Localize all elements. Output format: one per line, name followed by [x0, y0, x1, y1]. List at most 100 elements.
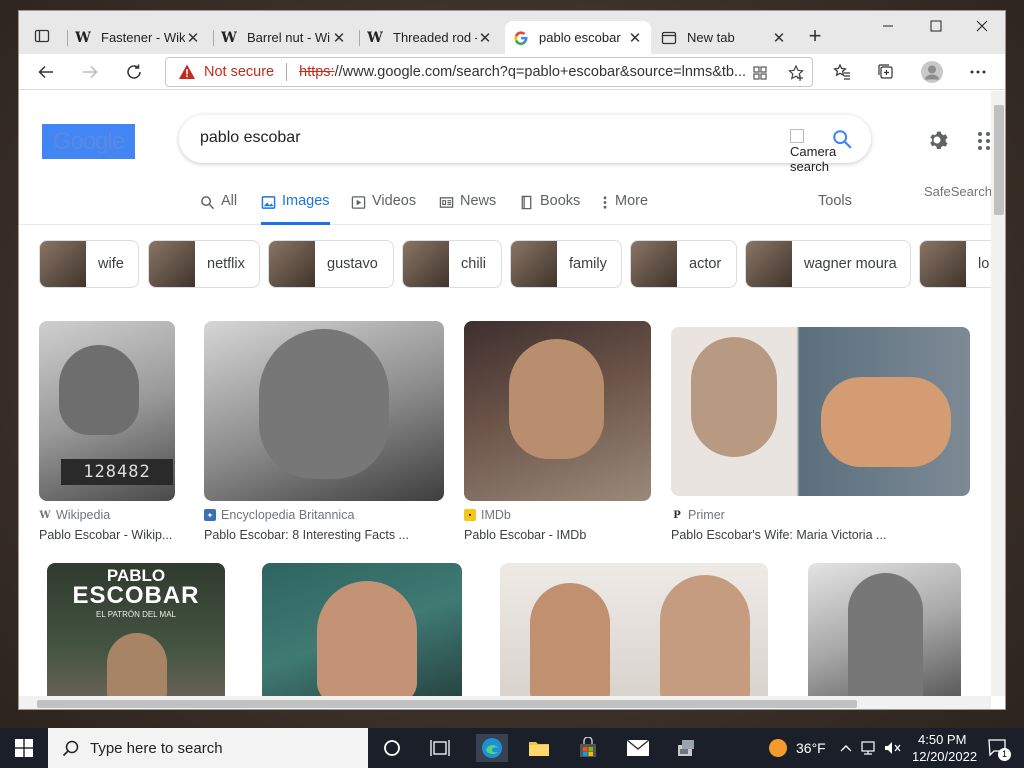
- chip-thumbnail: [511, 241, 557, 287]
- close-window-button[interactable]: [959, 11, 1005, 41]
- result-image-couple[interactable]: [500, 563, 768, 696]
- address-bar[interactable]: Not secure https: //www.google.com/searc…: [165, 57, 813, 87]
- tab-pablo-escobar[interactable]: pablo escobar ✕: [505, 21, 651, 54]
- result-source-britannica[interactable]: ✦ Encyclopedia Britannica: [204, 508, 354, 522]
- refresh-button[interactable]: [119, 58, 149, 86]
- app-taskbar-button[interactable]: [672, 734, 700, 762]
- settings-more-button[interactable]: [963, 58, 993, 86]
- network-button[interactable]: [860, 734, 880, 762]
- close-tab-icon[interactable]: ✕: [185, 29, 201, 47]
- file-explorer-button[interactable]: [525, 734, 553, 762]
- result-caption[interactable]: Pablo Escobar - IMDb: [464, 528, 586, 542]
- address-divider: [286, 63, 288, 81]
- clock-time[interactable]: 4:50 PM: [918, 732, 966, 747]
- chip-actor[interactable]: actor: [630, 240, 737, 288]
- chip-wife[interactable]: wife: [39, 240, 139, 288]
- tab-title: Barrel nut - Wiki: [247, 30, 331, 45]
- result-image-britannica[interactable]: [204, 321, 444, 501]
- tab-more[interactable]: More: [601, 193, 648, 225]
- result-image-portrait-2[interactable]: [262, 563, 462, 696]
- tab-all[interactable]: All: [200, 193, 237, 225]
- source-label: Encyclopedia Britannica: [221, 508, 355, 522]
- tab-images[interactable]: Images: [261, 193, 330, 225]
- new-tab-button[interactable]: +: [803, 25, 827, 49]
- result-image-netflix-poster[interactable]: PABLO ESCOBAR EL PATRÓN DEL MAL: [47, 563, 225, 696]
- result-caption[interactable]: Pablo Escobar: 8 Interesting Facts ...: [204, 528, 409, 542]
- tab-fastener[interactable]: W Fastener - Wiki ✕: [67, 21, 209, 54]
- portrait-shape: [848, 573, 923, 696]
- tray-overflow-button[interactable]: [836, 734, 856, 762]
- notification-count: 1: [998, 748, 1011, 761]
- temperature-label[interactable]: 36°F: [796, 740, 826, 756]
- weather-icon[interactable]: [764, 734, 792, 762]
- search-icon[interactable]: [831, 128, 853, 150]
- tab-more-label: More: [615, 193, 649, 209]
- tab-news-label: News: [460, 193, 497, 209]
- add-favorite-icon[interactable]: [786, 63, 806, 83]
- result-image-primer[interactable]: [671, 327, 970, 496]
- tab-barrel-nut[interactable]: W Barrel nut - Wiki ✕: [213, 21, 355, 54]
- gear-icon[interactable]: [927, 128, 951, 152]
- store-icon: [580, 737, 596, 757]
- vertical-scroll-thumb[interactable]: [994, 105, 1004, 215]
- volume-button[interactable]: [883, 734, 903, 762]
- edge-taskbar-button[interactable]: [476, 734, 508, 762]
- horizontal-scrollbar[interactable]: [19, 696, 991, 709]
- back-button[interactable]: [31, 58, 61, 86]
- result-source-primer[interactable]: P Primer: [671, 508, 725, 522]
- tab-actions-button[interactable]: [27, 23, 57, 49]
- tab-strip: W Fastener - Wiki ✕ W Barrel nut - Wiki …: [19, 11, 1005, 54]
- result-image-wikipedia[interactable]: 128482: [39, 321, 175, 501]
- apps-grid-icon[interactable]: [977, 131, 991, 151]
- app-available-icon[interactable]: [750, 63, 770, 83]
- close-tab-icon[interactable]: ✕: [331, 29, 347, 47]
- chip-gustavo[interactable]: gustavo: [268, 240, 394, 288]
- result-image-imdb[interactable]: [464, 321, 651, 501]
- tab-new-tab[interactable]: New tab ✕: [653, 21, 795, 54]
- chip-family[interactable]: family: [510, 240, 622, 288]
- minimize-button[interactable]: [865, 11, 911, 41]
- tab-threaded-rod[interactable]: W Threaded rod - ✕: [359, 21, 501, 54]
- url-text: //www.google.com/search?q=pablo+escobar&…: [334, 64, 747, 80]
- store-button[interactable]: [574, 734, 602, 762]
- favorites-button[interactable]: [827, 58, 857, 86]
- chip-thumbnail: [920, 241, 966, 287]
- forward-button[interactable]: [75, 58, 105, 86]
- task-view-button[interactable]: [426, 734, 454, 762]
- chip-lo[interactable]: lo: [919, 240, 991, 288]
- close-tab-icon[interactable]: ✕: [627, 29, 643, 47]
- portrait-shape: [317, 581, 417, 696]
- tab-books[interactable]: Books: [519, 193, 580, 225]
- result-source-wikipedia[interactable]: W Wikipedia: [39, 508, 110, 522]
- tab-news[interactable]: News: [439, 193, 496, 225]
- tab-videos[interactable]: Videos: [351, 193, 416, 225]
- result-image-bw-portrait[interactable]: [808, 563, 961, 696]
- search-box[interactable]: pablo escobar Camera search: [179, 115, 871, 174]
- chip-chili[interactable]: chili: [402, 240, 502, 288]
- chevron-up-icon: [840, 745, 852, 752]
- vertical-scrollbar[interactable]: [991, 91, 1005, 696]
- chip-netflix[interactable]: netflix: [148, 240, 260, 288]
- url-scheme: https:: [299, 64, 335, 80]
- result-source-imdb[interactable]: ▪ IMDb: [464, 508, 511, 522]
- result-caption[interactable]: Pablo Escobar - Wikip...: [39, 528, 172, 542]
- chip-wagner-moura[interactable]: wagner moura: [745, 240, 911, 288]
- collections-button[interactable]: [871, 58, 901, 86]
- not-secure-label[interactable]: Not secure: [204, 64, 274, 80]
- notifications-button[interactable]: 1: [984, 734, 1012, 762]
- maximize-button[interactable]: [913, 11, 959, 41]
- mail-button[interactable]: [624, 734, 652, 762]
- close-tab-icon[interactable]: ✕: [477, 29, 493, 47]
- horizontal-scroll-thumb[interactable]: [37, 700, 857, 708]
- minimize-icon: [883, 25, 893, 27]
- taskbar-search-box[interactable]: Type here to search: [48, 728, 368, 768]
- result-caption[interactable]: Pablo Escobar's Wife: Maria Victoria ...: [671, 528, 886, 542]
- profile-button[interactable]: [917, 58, 947, 86]
- google-logo[interactable]: Google: [42, 124, 135, 159]
- start-button[interactable]: [10, 734, 38, 762]
- clock-date[interactable]: 12/20/2022: [912, 749, 977, 764]
- tools-button[interactable]: Tools: [818, 193, 852, 209]
- cortana-button[interactable]: [378, 734, 406, 762]
- search-input[interactable]: pablo escobar: [200, 129, 301, 147]
- close-tab-icon[interactable]: ✕: [771, 29, 787, 47]
